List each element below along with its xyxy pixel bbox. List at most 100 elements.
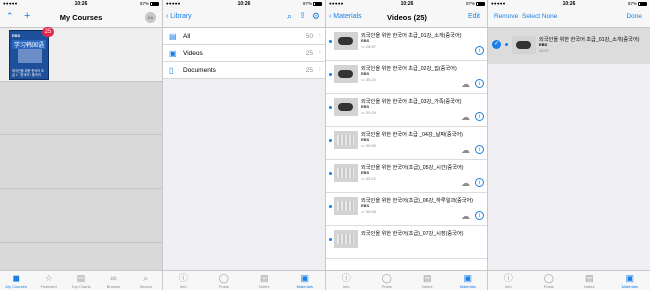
status-time: 10:26 bbox=[400, 1, 414, 7]
info-icon[interactable]: i bbox=[475, 79, 484, 88]
row-count: 25 bbox=[305, 50, 313, 57]
status-bar: ●●●●● 10:26 87% bbox=[326, 0, 488, 8]
notes-icon: ▤ bbox=[422, 273, 432, 283]
video-row[interactable]: 외국인을 위한 한국어 초급 _04강_날짜(중국어) EBS 29:59 ☁ … bbox=[326, 127, 488, 160]
tab-browse[interactable]: ∞ Browse bbox=[97, 271, 129, 290]
row-label: Documents bbox=[183, 67, 216, 74]
tab-bar: ⓘ Info ◯ Posts ▤ Notes ▣ Materials bbox=[326, 270, 488, 290]
tab-info[interactable]: ⓘ Info bbox=[488, 271, 529, 290]
tab-posts[interactable]: ◯ Posts bbox=[529, 271, 570, 290]
video-duration: 30:12 bbox=[361, 176, 376, 181]
unread-badge: 25 bbox=[42, 27, 54, 37]
tab-materials[interactable]: ▣ Materials bbox=[285, 271, 326, 290]
cloud-download-icon[interactable]: ☁ bbox=[461, 112, 470, 123]
row-label: All bbox=[183, 33, 191, 40]
navigation-bar: Remove Select None Done bbox=[488, 8, 650, 28]
info-icon[interactable]: i bbox=[475, 211, 484, 220]
video-list: 외국인을 위한 한국어 초급_01강_소개(중국어) EBS 28:57 i 외… bbox=[326, 28, 488, 270]
video-thumbnail-placeholder bbox=[334, 197, 358, 215]
library-row-videos[interactable]: ▣ Videos 25 › bbox=[163, 45, 325, 62]
book-subtitle: 외국인을 위한 한국어 초급 1 · 한국어 / 중국어 bbox=[12, 69, 44, 77]
info-icon[interactable]: i bbox=[475, 46, 484, 55]
cloud-download-icon[interactable]: ☁ bbox=[461, 211, 470, 222]
video-thumbnail-placeholder bbox=[334, 230, 358, 248]
video-duration: 30:29 bbox=[361, 110, 376, 115]
materials-icon: ▣ bbox=[463, 273, 472, 283]
battery-icon bbox=[313, 1, 322, 6]
tab-materials[interactable]: ▣ Materials bbox=[610, 271, 650, 290]
tab-posts[interactable]: ◯ Posts bbox=[204, 271, 245, 290]
unwatched-dot bbox=[329, 139, 332, 142]
library-row-all[interactable]: ▤ All 50 › bbox=[163, 28, 325, 45]
search-icon[interactable]: ⌕ bbox=[287, 11, 292, 22]
page-title: My Courses bbox=[59, 13, 103, 22]
video-title: 외국인을 위한 한국어(초급)_06강_하루일과(중국어) bbox=[361, 198, 474, 204]
checkmark-icon[interactable]: ✓ bbox=[492, 40, 501, 49]
tab-info[interactable]: ⓘ Info bbox=[326, 271, 367, 290]
select-none-button[interactable]: Select None bbox=[522, 13, 557, 20]
tab-notes[interactable]: ▤ Notes bbox=[244, 271, 285, 290]
navigation-bar: ‹ Materials Videos (25) Edit bbox=[326, 8, 488, 28]
tab-featured[interactable]: ☆ Featured bbox=[32, 271, 64, 290]
unwatched-dot bbox=[505, 43, 508, 46]
course-book[interactable]: EBS 学习韩国语 외국인을 위한 한국어 초급 1 · 한국어 / 중국어 bbox=[9, 30, 49, 80]
info-icon[interactable]: i bbox=[475, 145, 484, 154]
chevron-right-icon: › bbox=[318, 49, 321, 56]
video-thumbnail bbox=[334, 65, 358, 83]
video-thumbnail bbox=[334, 32, 358, 50]
avatar[interactable]: KA bbox=[145, 12, 156, 23]
video-row[interactable]: 외국인을 위한 한국어(초급)_06강_하루일과(중국어) EBS 30:08 … bbox=[326, 193, 488, 226]
share-icon[interactable]: ⇪ bbox=[299, 11, 306, 20]
tab-notes[interactable]: ▤ Notes bbox=[407, 271, 448, 290]
library-screen: ●●●●● 10:26 87% ‹ Library ⌕ ⇪ ⚙ ▤ All 50… bbox=[163, 0, 325, 290]
cloud-download-icon[interactable]: ☁ bbox=[461, 79, 470, 90]
video-title: 외국인을 위한 한국어(초급)_05강_시간(중국어) bbox=[361, 165, 464, 171]
video-row[interactable]: 외국인을 위한 한국어 초급_02강_집(중국어) EBS 30:24 ☁ i bbox=[326, 61, 488, 94]
unwatched-dot bbox=[329, 73, 332, 76]
cloud-download-icon[interactable]: ☁ bbox=[461, 145, 470, 156]
video-duration: 30:24 bbox=[361, 77, 376, 82]
tab-posts[interactable]: ◯ Posts bbox=[367, 271, 408, 290]
tab-my-courses[interactable]: ◼ My Courses bbox=[0, 271, 32, 290]
remove-button[interactable]: Remove bbox=[494, 13, 518, 20]
battery-icon bbox=[638, 1, 647, 6]
tab-materials[interactable]: ▣ Materials bbox=[448, 271, 489, 290]
shelf-divider bbox=[0, 134, 162, 135]
video-row[interactable]: 외국인을 위한 한국어 초급_01강_소개(중국어) EBS 28:57 i bbox=[326, 28, 488, 61]
battery-icon bbox=[476, 1, 485, 6]
tab-info[interactable]: ⓘ Info bbox=[163, 271, 204, 290]
video-row[interactable]: 외국인을 위한 한국어 초급_03강_가족(중국어) EBS 30:29 ☁ i bbox=[326, 94, 488, 127]
posts-icon: ◯ bbox=[218, 273, 229, 283]
chevron-right-icon: › bbox=[318, 66, 321, 73]
info-icon[interactable]: i bbox=[475, 112, 484, 121]
edit-button[interactable]: Edit bbox=[468, 13, 480, 20]
navigation-bar: ⌃ + My Courses KA bbox=[0, 8, 162, 28]
page-title: Videos (25) bbox=[387, 13, 427, 22]
library-row-documents[interactable]: ▯ Documents 25 › bbox=[163, 62, 325, 79]
info-icon[interactable]: i bbox=[475, 178, 484, 187]
battery-indicator: 87% bbox=[628, 0, 647, 8]
book-brand: EBS bbox=[12, 33, 21, 38]
tab-top-charts[interactable]: ▤ Top Charts bbox=[65, 271, 97, 290]
tab-notes[interactable]: ▤ Notes bbox=[569, 271, 610, 290]
cloud-download-icon[interactable]: ☁ bbox=[461, 178, 470, 189]
status-bar: ●●●●● 10:26 87% bbox=[488, 0, 650, 8]
videos-edit-screen: ●●●●● 10:26 87% Remove Select None Done … bbox=[488, 0, 650, 290]
video-row-selected[interactable]: ✓ 외국인을 위한 한국어 초급_01강_소개(중국어) EBS 28:57 bbox=[488, 28, 650, 64]
my-courses-screen: ●●●●● 10:26 87% ⌃ + My Courses KA EBS 学习… bbox=[0, 0, 162, 290]
settings-gear-icon[interactable]: ⚙ bbox=[312, 11, 320, 22]
unwatched-dot bbox=[329, 238, 332, 241]
materials-icon: ▣ bbox=[300, 273, 309, 283]
status-bar: ●●●●● 10:26 87% bbox=[0, 0, 162, 8]
library-list: ▤ All 50 › ▣ Videos 25 › ▯ Documents 25 … bbox=[163, 28, 325, 270]
videos-screen: ●●●●● 10:26 87% ‹ Materials Videos (25) … bbox=[326, 0, 488, 290]
tab-bar: ◼ My Courses ☆ Featured ▤ Top Charts ∞ Brows… bbox=[0, 270, 162, 290]
done-button[interactable]: Done bbox=[626, 13, 642, 20]
tab-search[interactable]: ⌕ Search bbox=[130, 271, 162, 290]
video-row[interactable]: 외국인을 위한 한국어(초급)_05강_시간(중국어) EBS 30:12 ☁ … bbox=[326, 160, 488, 193]
charts-icon: ▤ bbox=[76, 273, 86, 283]
book-cover-art bbox=[18, 49, 42, 63]
video-source: EBS bbox=[361, 203, 370, 208]
library-back-button[interactable]: ‹ Library bbox=[166, 13, 192, 20]
video-row[interactable]: 외국인을 위한 한국어(초급)_07강_시장(중국어) bbox=[326, 226, 488, 259]
